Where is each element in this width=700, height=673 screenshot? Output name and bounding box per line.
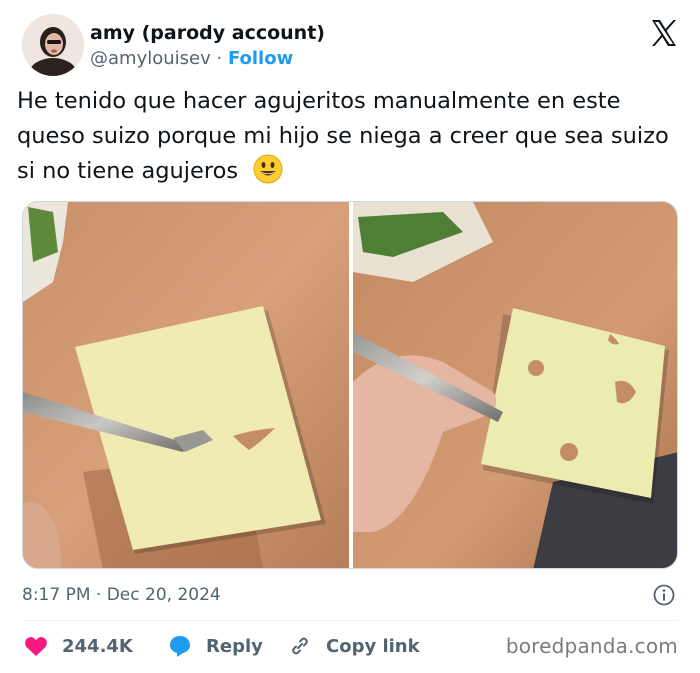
tweet-header: amy (parody account) @amylouisev · Follo…	[22, 14, 682, 80]
x-logo-icon[interactable]	[649, 18, 679, 48]
smiley-emoji-icon	[253, 154, 283, 195]
photo-2[interactable]	[353, 202, 677, 568]
heart-icon	[25, 637, 47, 656]
avatar[interactable]	[22, 14, 84, 76]
tweet-text-block: He tenido que hacer agujeritos manualmen…	[17, 84, 677, 195]
follow-button[interactable]: Follow	[228, 48, 293, 69]
handle[interactable]: @amylouisev	[90, 48, 211, 69]
divider	[22, 620, 678, 621]
like-count: 244.4K	[62, 635, 133, 657]
media-grid[interactable]	[22, 201, 678, 569]
copy-link-label: Copy link	[326, 635, 420, 657]
copy-link-button[interactable]: Copy link	[288, 631, 420, 661]
timestamp[interactable]: 8:17 PM · Dec 20, 2024	[22, 585, 221, 605]
reply-bubble-icon	[170, 636, 190, 657]
reply-label: Reply	[206, 635, 263, 657]
like-button[interactable]: 244.4K	[24, 631, 133, 661]
watermark: boredpanda.com	[505, 634, 678, 658]
timestamp-row: 8:17 PM · Dec 20, 2024	[22, 581, 678, 609]
reply-button[interactable]: Reply	[168, 631, 263, 661]
separator: ·	[216, 48, 223, 69]
photo-1[interactable]	[23, 202, 349, 568]
link-icon	[292, 637, 308, 655]
info-icon[interactable]	[652, 583, 676, 607]
display-name[interactable]: amy (parody account)	[90, 20, 325, 46]
tweet-text: He tenido que hacer agujeritos manualmen…	[17, 88, 669, 184]
action-bar: 244.4K Reply Copy link boredpanda.com	[22, 631, 678, 661]
